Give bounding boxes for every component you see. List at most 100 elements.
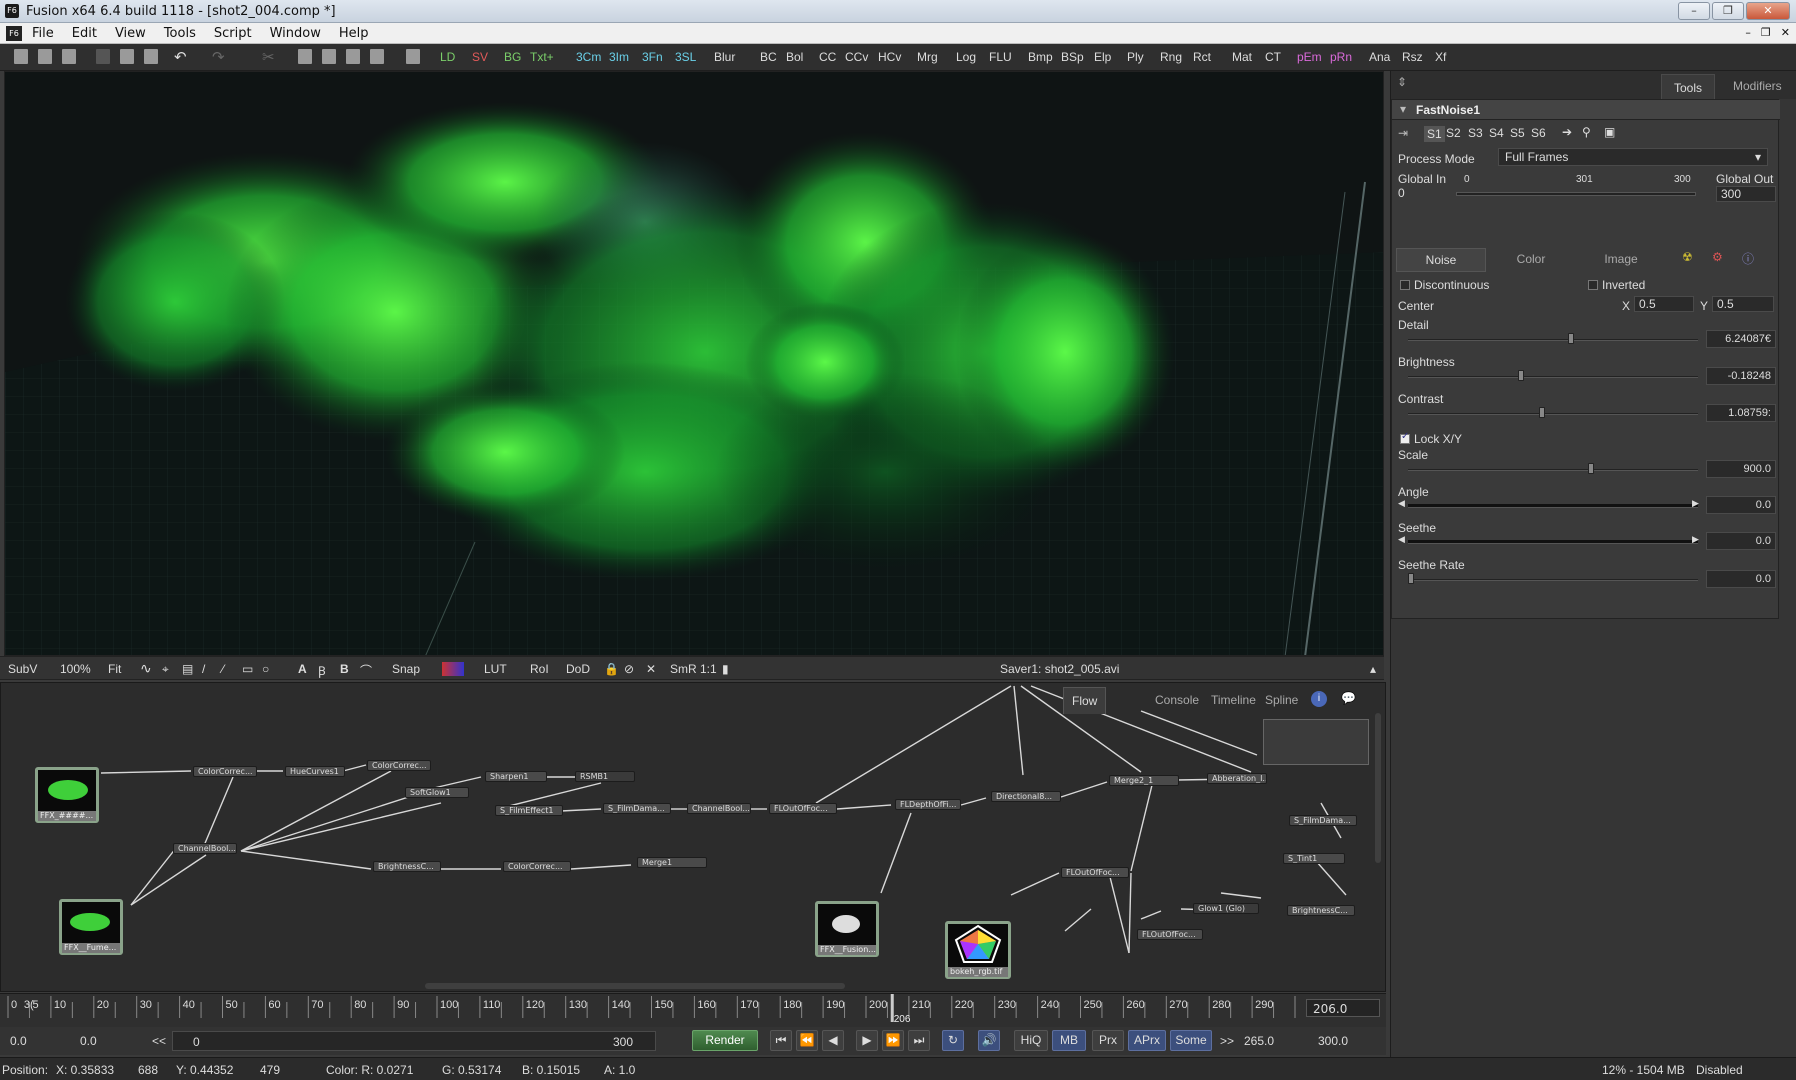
gradient-tool-icon[interactable]: ▤ [182,662,193,676]
collapse-icon[interactable]: ▾ [1400,102,1406,116]
angle-value[interactable]: 0.0 [1706,496,1776,514]
seethe-value[interactable]: 0.0 [1706,532,1776,550]
delete-icon[interactable]: ✂ [262,48,275,66]
tool-button-xf[interactable]: Xf [1435,50,1446,64]
tool-button-bc[interactable]: BC [760,50,777,64]
expand-viewer-icon[interactable]: ▴ [1370,662,1376,676]
tool-button-ana[interactable]: Ana [1369,50,1390,64]
loader-node-1[interactable]: FFX_####... [35,767,99,823]
menu-script[interactable]: Script [214,26,252,41]
flow-node-sharpen[interactable]: Sharpen1 [485,771,547,782]
tool-button-hcv[interactable]: HCv [878,50,901,64]
radiation-icon[interactable]: ☢ [1682,250,1693,264]
snap-button[interactable]: Snap [392,662,420,676]
text-a-icon[interactable]: A [298,662,307,676]
subview-button[interactable]: SubV [8,662,37,676]
tool-header[interactable]: FastNoise1 [1392,100,1780,120]
flow-node-rsmb[interactable]: RSMB1 [575,771,635,782]
tool-button-mat[interactable]: Mat [1232,50,1252,64]
roi-button[interactable]: RoI [530,662,549,676]
scale-value[interactable]: 900.0 [1706,460,1776,478]
inverted-checkbox[interactable] [1588,280,1598,290]
contrast-slider-knob[interactable] [1538,407,1545,418]
flow-node-fldepthoffield[interactable]: FLDepthOfFi... [895,799,961,810]
range-prev-button[interactable]: << [152,1034,166,1048]
flow-node-floutoffocus-2[interactable]: FLOutOfFoc... [1061,867,1129,878]
hiq-button[interactable]: HiQ [1014,1030,1048,1051]
step-back-icon[interactable]: ⏪ [796,1030,818,1051]
histogram-icon[interactable]: ▮ [722,662,729,676]
flow-node-softglow[interactable]: SoftGlow1 [405,787,469,798]
flow-node-channelbool-2[interactable]: ChannelBool... [173,843,237,854]
layout-4-icon[interactable] [370,49,384,64]
tool-button-ct[interactable]: CT [1265,50,1281,64]
brightness-slider-knob[interactable] [1518,370,1525,381]
contrast-value[interactable]: 1.08759: [1706,404,1776,422]
global-start-field[interactable]: 0.0 [80,1034,97,1048]
flow-node-s-filmdamage-2[interactable]: S_FilmDama... [1289,815,1357,826]
layout-1-icon[interactable] [298,49,312,64]
loader-node-3[interactable]: FFX__Fusion... [815,901,879,957]
global-range-slider[interactable] [1456,192,1696,196]
tool-button-flu[interactable]: FLU [989,50,1012,64]
tool-button-mrg[interactable]: Mrg [917,50,938,64]
warp-tool-icon[interactable]: ⌖ [162,662,169,677]
step-forward-icon[interactable]: ⏩ [882,1030,904,1051]
render-range-slider[interactable]: 0 300 [172,1031,656,1051]
tab-modifiers[interactable]: Modifiers [1733,79,1782,93]
script-s5[interactable]: S5 [1510,126,1525,140]
lock-icon[interactable]: 🔒 [604,662,619,676]
flow-node-merge1[interactable]: Merge1 [637,857,707,868]
tab-image[interactable]: Image [1576,248,1666,272]
ratio-button[interactable]: 1:1 [700,662,717,676]
scale-slider-knob[interactable] [1587,463,1594,474]
paint-tool-icon[interactable]: / [202,662,205,676]
flow-node-directional[interactable]: Directional8... [991,791,1061,802]
tab-timeline[interactable]: Timeline [1211,693,1256,707]
layout-2-icon[interactable] [322,49,336,64]
tab-flow[interactable]: Flow [1063,687,1107,714]
center-x-field[interactable]: 0.5 [1634,296,1694,312]
render-button[interactable]: Render [692,1030,758,1051]
center-y-field[interactable]: 0.5 [1712,296,1774,312]
info-circle-icon[interactable]: ⓘ [1742,250,1754,267]
tool-button-bol[interactable]: Bol [786,50,803,64]
tool-button-rct[interactable]: Rct [1193,50,1211,64]
go-to-start-icon[interactable]: ⏮ [770,1030,792,1051]
mdi-minimize-icon[interactable]: – [1745,26,1751,39]
paste-icon[interactable] [144,49,158,64]
tool-button-elp[interactable]: Elp [1094,50,1111,64]
some-button[interactable]: Some [1170,1030,1212,1051]
tool-button-ccv[interactable]: CCv [845,50,868,64]
flow-node-glow[interactable]: Glow1 (Glo) [1193,903,1259,914]
tab-noise[interactable]: Noise [1396,248,1486,272]
undo-icon[interactable]: ↶ [174,48,187,66]
seethe-left-arrow-icon[interactable]: ◀ [1398,534,1405,545]
flow-vertical-scrollbar[interactable] [1375,713,1381,863]
script-s4[interactable]: S4 [1489,126,1504,140]
flow-node-abberation[interactable]: Abberation_I... [1207,773,1267,784]
flow-node-merge2-1[interactable]: Merge2_1 [1109,775,1179,786]
lut-button[interactable]: LUT [484,662,507,676]
tool-button-prn[interactable]: pRn [1330,50,1352,64]
menu-window[interactable]: Window [270,26,321,41]
rectangle-tool-icon[interactable]: ▭ [242,662,253,676]
tool-button-3cm[interactable]: 3Cm [576,50,601,64]
brightness-value[interactable]: -0.18248 [1706,367,1776,385]
menu-help[interactable]: Help [339,26,369,41]
detail-slider[interactable] [1408,339,1698,341]
bin-icon[interactable] [406,49,420,64]
mdi-restore-icon[interactable]: ❐ [1761,26,1771,39]
close-button[interactable]: ✕ [1746,2,1790,20]
pick-icon[interactable]: ⚲ [1582,125,1591,139]
play-reverse-icon[interactable]: ◀ [822,1030,844,1051]
pin-icon[interactable]: ⇥ [1398,126,1408,140]
menu-edit[interactable]: Edit [72,26,97,41]
info-icon[interactable]: i [1311,691,1327,707]
flow-node-floutoffocus-1[interactable]: FLOutOfFoc... [769,803,837,814]
render-end-field[interactable]: 265.0 [1244,1034,1274,1048]
start-time-field[interactable]: 0.0 [10,1034,27,1048]
seethe-rate-value[interactable]: 0.0 [1706,570,1776,588]
save-settings-icon[interactable]: ▣ [1604,125,1615,139]
tab-spline[interactable]: Spline [1265,693,1298,707]
